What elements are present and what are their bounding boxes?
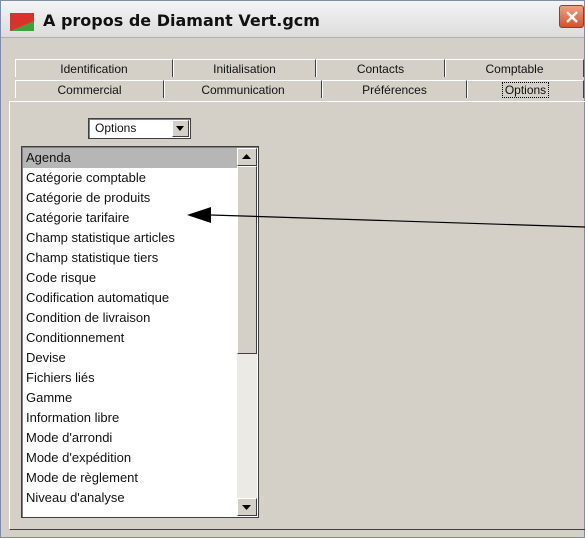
- arrow-pointer-icon: [187, 207, 585, 228]
- about-window: A propos de Diamant Vert.gcm Identificat…: [0, 0, 585, 538]
